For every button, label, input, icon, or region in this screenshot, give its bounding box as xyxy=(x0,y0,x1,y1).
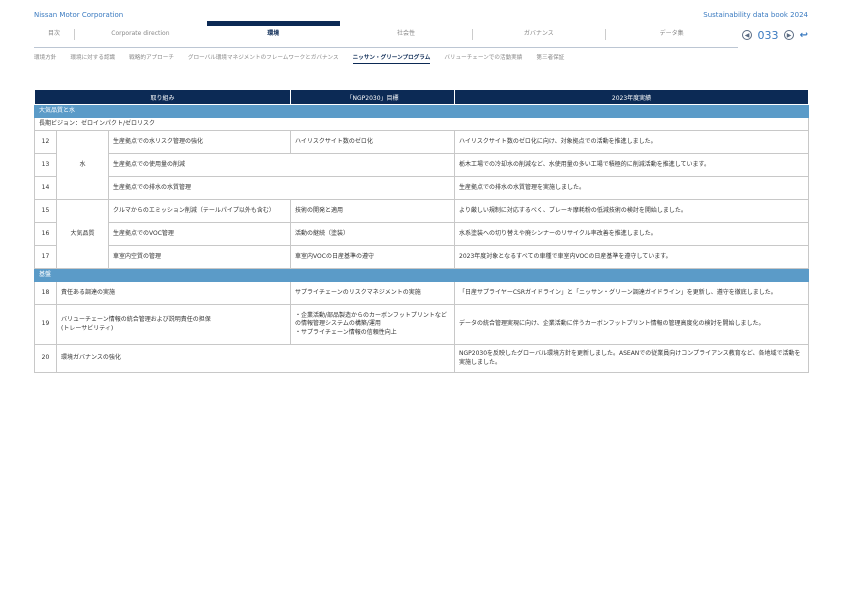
subnav-strategy[interactable]: 戦略的アプローチ xyxy=(129,53,174,64)
brand-name[interactable]: Nissan Motor Corporation xyxy=(34,11,123,19)
row-number: 17 xyxy=(34,245,57,269)
section-air-water: 大気品質と水 xyxy=(33,104,810,118)
row-number: 12 xyxy=(34,130,57,154)
return-icon[interactable]: ↩ xyxy=(800,30,808,41)
goal-cell: 技術の開発と適用 xyxy=(290,199,456,223)
subnav-third-party-assurance[interactable]: 第三者保証 xyxy=(536,53,564,64)
goal-cell: 活動の継続（塗装） xyxy=(290,222,456,246)
result-cell: 「日産サプライヤーCSRガイドライン」と「ニッサン・グリーン調達ガイドライン」を… xyxy=(454,281,810,305)
initiative-cell: 生産拠点での排水の水質管理 xyxy=(107,176,456,200)
subnav-value-chain[interactable]: バリューチェーンでの活動実績 xyxy=(444,53,522,64)
row-number: 19 xyxy=(34,304,57,345)
initiative-cell: 車室内空質の管理 xyxy=(107,245,292,269)
result-cell: データの統合管理実現に向け、企業活動に伴うカーボンフットプリント情報の管理高度化… xyxy=(454,304,810,345)
report-title: Sustainability data book 2024 xyxy=(703,11,808,19)
initiative-cell: クルマからのエミッション削減（テールパイプ以外も含む） xyxy=(107,199,292,223)
initiative-cell: 環境ガバナンスの強化 xyxy=(55,344,456,373)
result-cell: 栃木工場での冷却水の削減など、水使用量の多い工場で積極的に削減活動を推進していま… xyxy=(454,153,810,177)
row-number: 20 xyxy=(34,344,57,373)
initiative-cell: 生産拠点でのVOC管理 xyxy=(107,222,292,246)
result-cell: 2023年度対象となるすべての車種で車室内VOCの日産基準を遵守しています。 xyxy=(454,245,810,269)
table-row: 14 生産拠点での排水の水質管理 生産拠点での排水の水質管理を実施しました。 xyxy=(34,176,810,200)
goal-cell: ・企業活動/部品製造からのカーボンフットプリントなどの情報管理システムの構築/運… xyxy=(290,304,456,345)
category-water: 水 xyxy=(56,130,109,200)
initiative-cell: バリューチェーン情報の統合管理および説明責任の担保 (トレーサビリティ) xyxy=(55,304,292,345)
goal-cell: ハイリスクサイト数のゼロ化 xyxy=(290,130,456,154)
tab-social[interactable]: 社会性 xyxy=(340,21,473,47)
table-row: 12 水 生産拠点での水リスク管理の強化 ハイリスクサイト数のゼロ化 ハイリスク… xyxy=(34,130,810,200)
table-row: 20 環境ガバナンスの強化 NGP2030を反映したグローバル環境方針を更新しま… xyxy=(34,344,810,373)
subnav-green-program[interactable]: ニッサン・グリーンプログラム xyxy=(352,53,431,64)
section-foundation: 基盤 xyxy=(33,268,810,282)
ngp2030-table: 取り組み 「NGP2030」目標 2023年度実績 大気品質と水 長期ビジョン：… xyxy=(33,89,810,373)
row-number: 15 xyxy=(34,199,57,223)
subnav-framework-governance[interactable]: グローバル環境マネジメントのフレームワークとガバナンス xyxy=(188,53,339,64)
row-number: 14 xyxy=(34,176,57,200)
result-cell: ハイリスクサイト数のゼロ化に向け、対象拠点での活動を推進しました。 xyxy=(454,130,810,154)
subnav-awareness[interactable]: 環境に対する認識 xyxy=(70,53,115,64)
initiative-cell: 責任ある調達の実施 xyxy=(55,281,292,305)
sub-navigation: 環境方針 環境に対する認識 戦略的アプローチ グローバル環境マネジメントのフレー… xyxy=(34,53,578,64)
row-number: 16 xyxy=(34,222,57,246)
table-row: 18 責任ある調達の実施 サプライチェーンのリスクマネジメントの実施 「日産サプ… xyxy=(34,281,810,305)
goal-cell: 車室内VOCの日産基準の遵守 xyxy=(290,245,456,269)
tab-data[interactable]: データ集 xyxy=(605,21,738,47)
col-header-goal: 「NGP2030」目標 xyxy=(290,89,456,105)
page-number: 033 xyxy=(757,28,779,42)
row-number: 18 xyxy=(34,281,57,305)
tab-contents[interactable]: 目次 xyxy=(34,21,74,47)
row-number: 13 xyxy=(34,153,57,177)
result-cell: NGP2030を反映したグローバル環境方針を更新しました。ASEANでの従業員向… xyxy=(454,344,810,373)
goal-cell: サプライチェーンのリスクマネジメントの実施 xyxy=(290,281,456,305)
tab-governance[interactable]: ガバナンス xyxy=(472,21,605,47)
result-cell: より厳しい規制に対応するべく、ブレーキ摩耗粉の低減技術の検討を開始しました。 xyxy=(454,199,810,223)
table-row: 13 生産拠点での使用量の削減 栃木工場での冷却水の削減など、水使用量の多い工場… xyxy=(34,153,810,177)
result-cell: 水系塗装への切り替えや廃シンナーのリサイクル率改善を推進しました。 xyxy=(454,222,810,246)
result-cell: 生産拠点での排水の水質管理を実施しました。 xyxy=(454,176,810,200)
next-page-icon[interactable]: ▶ xyxy=(784,30,795,40)
long-term-vision: 長期ビジョン：ゼロインパクト/ゼロリスク xyxy=(33,117,810,131)
category-air-quality: 大気品質 xyxy=(56,199,109,269)
table-row: 19 バリューチェーン情報の統合管理および説明責任の担保 (トレーサビリティ) … xyxy=(34,304,810,345)
table-row: 16 生産拠点でのVOC管理 活動の継続（塗装） 水系塗装への切り替えや廃シンナ… xyxy=(34,222,810,246)
prev-page-icon[interactable]: ◀ xyxy=(742,30,752,40)
table-row: 15 大気品質 クルマからのエミッション削減（テールパイプ以外も含む） 技術の開… xyxy=(34,199,810,269)
tab-environment[interactable]: 環境 xyxy=(206,21,340,47)
col-header-initiative: 取り組み xyxy=(33,89,292,105)
initiative-cell: 生産拠点での使用量の削減 xyxy=(107,153,456,177)
tab-corporate-direction[interactable]: Corporate direction xyxy=(74,21,207,47)
table-row: 17 車室内空質の管理 車室内VOCの日産基準の遵守 2023年度対象となるすべ… xyxy=(34,245,810,269)
subnav-environmental-policy[interactable]: 環境方針 xyxy=(34,53,56,64)
top-navigation: 目次 Corporate direction 環境 社会性 ガバナンス データ集 xyxy=(34,21,738,48)
pager: ◀ 033 ▶ ↩ xyxy=(742,27,808,43)
col-header-result: 2023年度実績 xyxy=(454,89,810,105)
initiative-cell: 生産拠点での水リスク管理の強化 xyxy=(107,130,292,154)
